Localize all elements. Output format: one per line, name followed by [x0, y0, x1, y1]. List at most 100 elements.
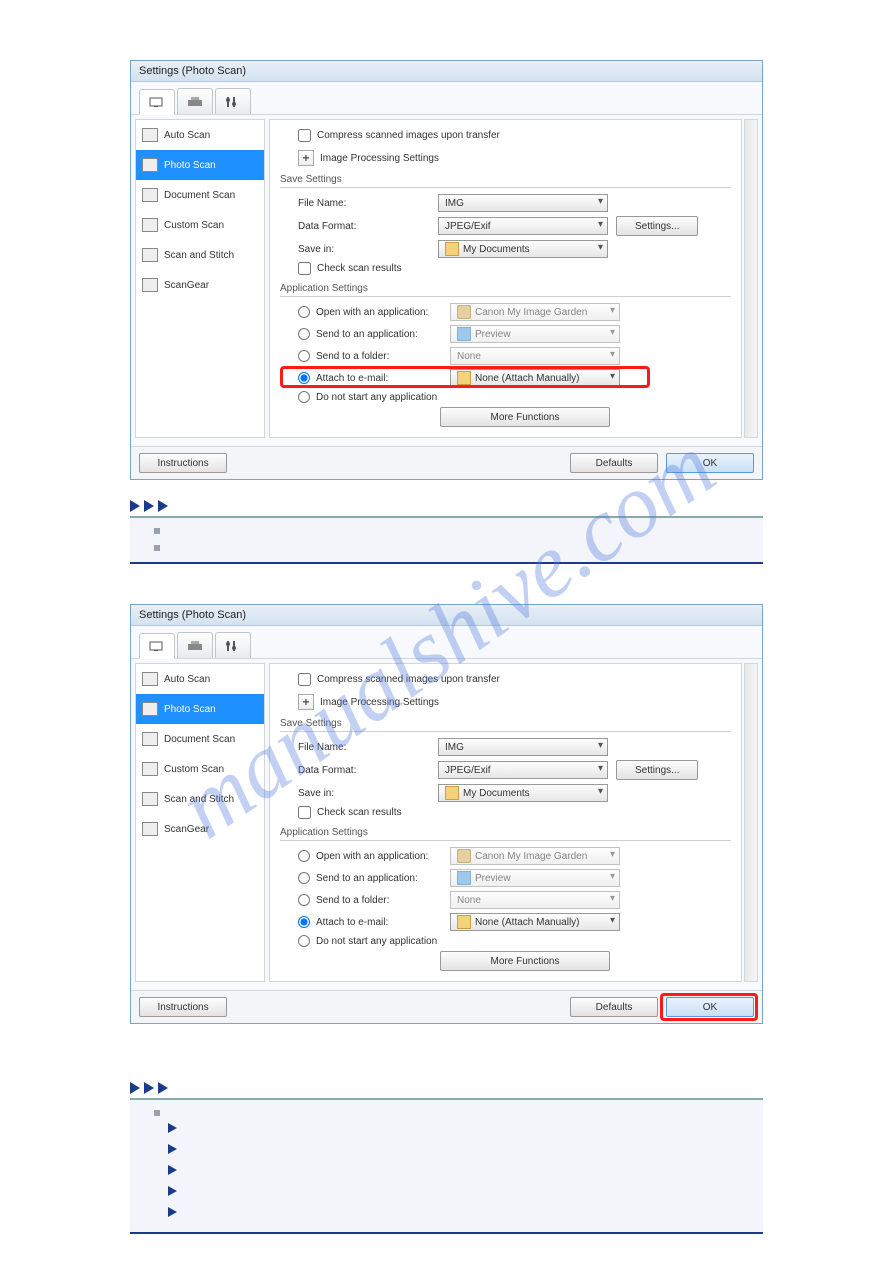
chevron-icon: [144, 1082, 154, 1094]
file-name-combo[interactable]: IMG: [438, 738, 608, 756]
send-folder-combo[interactable]: None: [450, 347, 620, 365]
compress-checkbox[interactable]: [298, 129, 311, 142]
send-app-combo[interactable]: Preview: [450, 325, 620, 343]
scrollbar[interactable]: [744, 663, 758, 982]
data-format-label: Data Format:: [298, 765, 438, 776]
computer-scan-icon: [148, 639, 166, 653]
send-app-radio[interactable]: [298, 328, 310, 340]
chevron-icon: [130, 1082, 140, 1094]
main-panel: Compress scanned images upon transfer + I…: [269, 119, 742, 438]
defaults-button[interactable]: Defaults: [570, 997, 658, 1017]
data-format-combo[interactable]: JPEG/Exif: [438, 217, 608, 235]
send-folder-label: Send to a folder:: [316, 895, 444, 906]
sidebar-item-custom-scan[interactable]: Custom Scan: [136, 754, 264, 784]
data-format-settings-button[interactable]: Settings...: [616, 216, 698, 236]
arrow-right-icon: [168, 1144, 177, 1154]
chevron-icon: [158, 500, 168, 512]
open-app-radio[interactable]: [298, 850, 310, 862]
settings-dialog-1: Settings (Photo Scan) Auto Scan Photo Sc…: [130, 60, 763, 480]
sidebar-item-label: Document Scan: [164, 190, 235, 201]
open-app-combo[interactable]: Canon My Image Garden: [450, 303, 620, 321]
computer-scan-icon: [148, 95, 166, 109]
custom-scan-icon: [142, 762, 158, 776]
sidebar-item-label: Scan and Stitch: [164, 250, 234, 261]
sidebar-item-photo-scan[interactable]: Photo Scan: [136, 150, 264, 180]
data-format-combo[interactable]: JPEG/Exif: [438, 761, 608, 779]
tab-scan-from-computer[interactable]: [139, 89, 175, 115]
mail-folder-icon: [457, 371, 471, 385]
sidebar-item-document-scan[interactable]: Document Scan: [136, 180, 264, 210]
tab-scan-from-panel[interactable]: [177, 88, 213, 114]
more-functions-button[interactable]: More Functions: [440, 407, 610, 427]
send-folder-radio[interactable]: [298, 350, 310, 362]
save-in-combo[interactable]: My Documents: [438, 784, 608, 802]
check-results-checkbox[interactable]: [298, 806, 311, 819]
preview-icon: [457, 871, 471, 885]
send-app-radio[interactable]: [298, 872, 310, 884]
no-start-radio[interactable]: [298, 935, 310, 947]
open-app-label: Open with an application:: [316, 307, 444, 318]
note-marker-2: [130, 1082, 763, 1094]
sidebar-item-auto-scan[interactable]: Auto Scan: [136, 120, 264, 150]
data-format-settings-button[interactable]: Settings...: [616, 760, 698, 780]
sidebar-item-scan-and-stitch[interactable]: Scan and Stitch: [136, 240, 264, 270]
no-start-label: Do not start any application: [316, 392, 437, 403]
expand-ips-button[interactable]: +: [298, 150, 314, 166]
send-app-label: Send to an application:: [316, 329, 444, 340]
no-start-radio[interactable]: [298, 391, 310, 403]
save-settings-header: Save Settings: [280, 718, 731, 732]
document-scan-icon: [142, 188, 158, 202]
attach-email-combo[interactable]: None (Attach Manually): [450, 369, 620, 387]
stitch-icon: [142, 248, 158, 262]
sidebar-item-scan-and-stitch[interactable]: Scan and Stitch: [136, 784, 264, 814]
sidebar-item-document-scan[interactable]: Document Scan: [136, 724, 264, 754]
tab-row: [131, 82, 762, 115]
sidebar-item-label: ScanGear: [164, 280, 209, 291]
tab-general-prefs[interactable]: [215, 88, 251, 114]
main-panel: Compress scanned images upon transfer +I…: [269, 663, 742, 982]
send-folder-label: Send to a folder:: [316, 351, 444, 362]
open-app-radio[interactable]: [298, 306, 310, 318]
open-app-combo[interactable]: Canon My Image Garden: [450, 847, 620, 865]
tab-general-prefs[interactable]: [215, 632, 251, 658]
bullet-icon: [154, 528, 160, 534]
tab-scan-from-panel[interactable]: [177, 632, 213, 658]
arrow-right-icon: [168, 1123, 177, 1133]
send-folder-radio[interactable]: [298, 894, 310, 906]
sidebar-item-custom-scan[interactable]: Custom Scan: [136, 210, 264, 240]
tab-scan-from-computer[interactable]: [139, 633, 175, 659]
defaults-button[interactable]: Defaults: [570, 453, 658, 473]
sidebar-item-label: Auto Scan: [164, 130, 210, 141]
sidebar: Auto Scan Photo Scan Document Scan Custo…: [135, 663, 265, 982]
sidebar-item-auto-scan[interactable]: Auto Scan: [136, 664, 264, 694]
ok-button[interactable]: OK: [666, 453, 754, 473]
sidebar-item-label: Photo Scan: [164, 704, 216, 715]
compress-checkbox[interactable]: [298, 673, 311, 686]
send-folder-combo[interactable]: None: [450, 891, 620, 909]
sidebar-item-photo-scan[interactable]: Photo Scan: [136, 694, 264, 724]
attach-email-radio[interactable]: [298, 372, 310, 384]
scrollbar[interactable]: [744, 119, 758, 438]
attach-email-combo[interactable]: None (Attach Manually): [450, 913, 620, 931]
stitch-icon: [142, 792, 158, 806]
file-name-combo[interactable]: IMG: [438, 194, 608, 212]
auto-scan-icon: [142, 128, 158, 142]
compress-label: Compress scanned images upon transfer: [317, 130, 500, 141]
arrow-right-icon: [168, 1207, 177, 1217]
note-box-2: [130, 1098, 763, 1234]
ok-button[interactable]: OK: [666, 997, 754, 1017]
send-app-combo[interactable]: Preview: [450, 869, 620, 887]
sidebar-item-scangear[interactable]: ScanGear: [136, 814, 264, 844]
sidebar-item-scangear[interactable]: ScanGear: [136, 270, 264, 300]
sidebar: Auto Scan Photo Scan Document Scan Custo…: [135, 119, 265, 438]
send-app-label: Send to an application:: [316, 873, 444, 884]
expand-ips-button[interactable]: +: [298, 694, 314, 710]
tools-icon: [224, 95, 242, 109]
instructions-button[interactable]: Instructions: [139, 997, 227, 1017]
save-in-combo[interactable]: My Documents: [438, 240, 608, 258]
bullet-icon: [154, 545, 160, 551]
more-functions-button[interactable]: More Functions: [440, 951, 610, 971]
instructions-button[interactable]: Instructions: [139, 453, 227, 473]
check-results-checkbox[interactable]: [298, 262, 311, 275]
attach-email-radio[interactable]: [298, 916, 310, 928]
